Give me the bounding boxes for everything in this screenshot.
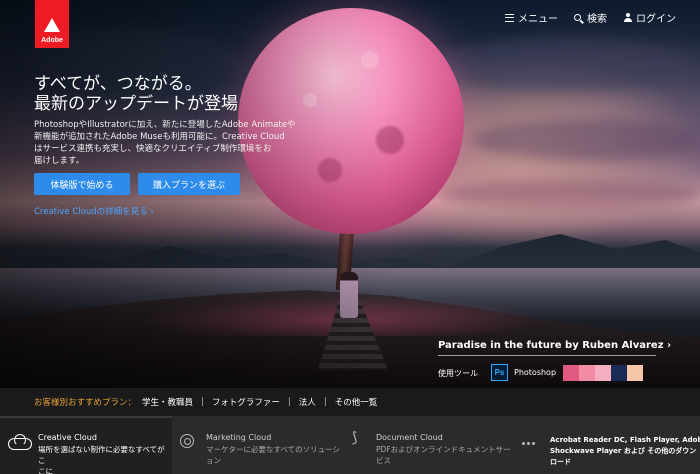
creative-cloud-title: Creative Cloud xyxy=(38,433,97,442)
adobe-logo[interactable]: Adobe xyxy=(35,0,69,48)
rec-separator: | xyxy=(323,397,327,407)
menu-label: メニュー xyxy=(518,14,558,25)
downloads-tab[interactable]: Acrobat Reader DC, Flash Player, Adobe A… xyxy=(516,416,700,474)
headline-line-1: すべてが、つながる。 xyxy=(34,74,202,94)
search-icon xyxy=(574,14,581,21)
color-swatch xyxy=(611,365,627,381)
rec-item-photographers[interactable]: フォトグラファー xyxy=(212,396,280,408)
document-cloud-tab[interactable]: Document Cloud PDFおよびオンラインドキュメントサービス xyxy=(344,416,516,474)
marketing-cloud-tab[interactable]: Marketing Cloud マーケターに必要なすべてのソリューション xyxy=(172,416,344,474)
login-label: ログイン xyxy=(636,14,676,25)
rec-item-business[interactable]: 法人 xyxy=(299,396,316,408)
body-line-3: はサービス連携も充実し、快適なクリエイティブ制作環境をお xyxy=(34,144,272,154)
menu-button[interactable]: メニュー xyxy=(505,10,558,25)
user-icon xyxy=(623,13,632,22)
acrobat-icon xyxy=(352,430,366,448)
headline-line-2: 最新のアップデートが登場 xyxy=(34,94,238,114)
rec-item-students[interactable]: 学生・教職員 xyxy=(142,396,193,408)
document-cloud-title: Document Cloud xyxy=(376,433,443,442)
credit-divider xyxy=(438,355,656,356)
body-line-4: 届けします。 xyxy=(34,156,85,166)
artwork-credit-link[interactable]: Paradise in the future by Ruben Alvarez … xyxy=(438,340,671,351)
color-swatch xyxy=(595,365,611,381)
adobe-a-icon xyxy=(44,18,60,32)
creative-cloud-details-link[interactable]: Creative Cloudの詳細を見る › xyxy=(34,205,154,217)
rec-item-others[interactable]: その他一覧 xyxy=(335,396,378,408)
logo-text: Adobe xyxy=(41,37,63,44)
downloads-line-2: Shockwave Player および その他のダウン xyxy=(550,447,697,455)
photoshop-icon[interactable]: Ps xyxy=(491,364,508,381)
recommendation-label: お客様別おすすめプラン： xyxy=(34,398,137,408)
trial-button[interactable]: 体験版で始める xyxy=(34,173,130,195)
body-line-2: 新機能が追加されたAdobe Museも利用可能に。Creative Cloud xyxy=(34,132,285,142)
rec-separator: | xyxy=(201,397,204,407)
rec-separator: | xyxy=(287,397,291,407)
tools-label: 使用ツール xyxy=(438,369,478,378)
hero-body-copy: PhotoshopやIllustratorに加え、新たに登場したAdobe An… xyxy=(34,119,306,167)
search-label: 検索 xyxy=(587,14,607,25)
color-swatch xyxy=(579,365,595,381)
top-nav: メニュー 検索 ログイン xyxy=(505,10,676,25)
creative-cloud-desc: 場所を選ばない制作に必要なすべてがこ こに xyxy=(38,444,172,474)
tool-name[interactable]: Photoshop xyxy=(514,368,556,377)
creative-cloud-tab[interactable]: Creative Cloud 場所を選ばない制作に必要なすべてがこ こに xyxy=(0,416,172,474)
marketing-cloud-icon xyxy=(180,434,194,448)
document-cloud-desc: PDFおよびオンラインドキュメントサービス xyxy=(376,445,511,465)
color-swatches xyxy=(563,365,643,381)
login-button[interactable]: ログイン xyxy=(623,10,676,25)
body-line-1: PhotoshopやIllustratorに加え、新たに登場したAdobe An… xyxy=(34,120,296,130)
buy-plan-button[interactable]: 購入プランを選ぶ xyxy=(138,173,240,195)
color-swatch xyxy=(627,365,643,381)
cloud-footer: Creative Cloud 場所を選ばない制作に必要なすべてがこ こに Mar… xyxy=(0,416,700,474)
recommendation-bar: お客様別おすすめプラン： 学生・教職員 | フォトグラファー | 法人 | その… xyxy=(0,388,700,416)
hamburger-icon xyxy=(505,13,514,22)
marketing-cloud-title: Marketing Cloud xyxy=(206,433,272,442)
creative-cloud-desc-line-2: こに xyxy=(38,467,53,474)
downloads-line-1: Acrobat Reader DC, Flash Player, Adobe A… xyxy=(550,436,700,444)
downloads-line-3: ロード xyxy=(550,458,571,466)
more-dots-icon xyxy=(522,442,535,445)
hero-headline: すべてが、つながる。 最新のアップデートが登場 xyxy=(34,74,238,114)
marketing-cloud-desc: マーケターに必要なすべてのソリューション xyxy=(206,445,341,465)
search-button[interactable]: 検索 xyxy=(574,10,607,25)
color-swatch xyxy=(563,365,579,381)
creative-cloud-icon xyxy=(8,434,32,450)
creative-cloud-desc-line-1: 場所を選ばない制作に必要なすべてがこ xyxy=(38,445,165,465)
